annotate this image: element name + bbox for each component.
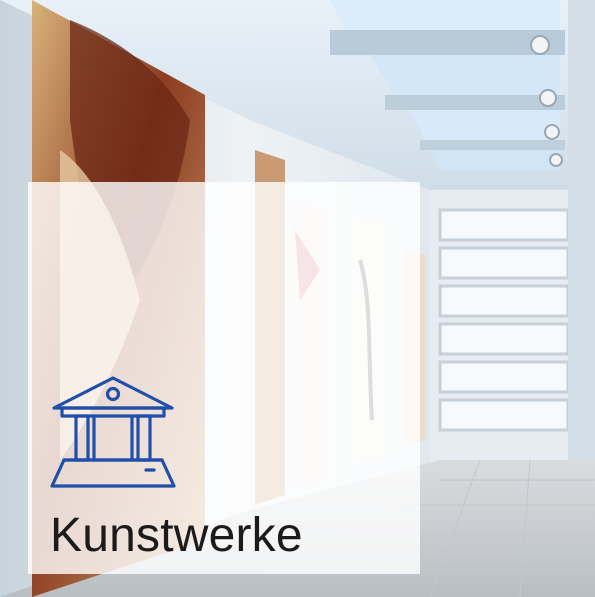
category-overlay-card: Kunstwerke — [28, 182, 420, 574]
category-tile[interactable]: Kunstwerke — [0, 0, 595, 597]
museum-building-icon — [50, 376, 176, 488]
category-label: Kunstwerke — [50, 509, 303, 562]
